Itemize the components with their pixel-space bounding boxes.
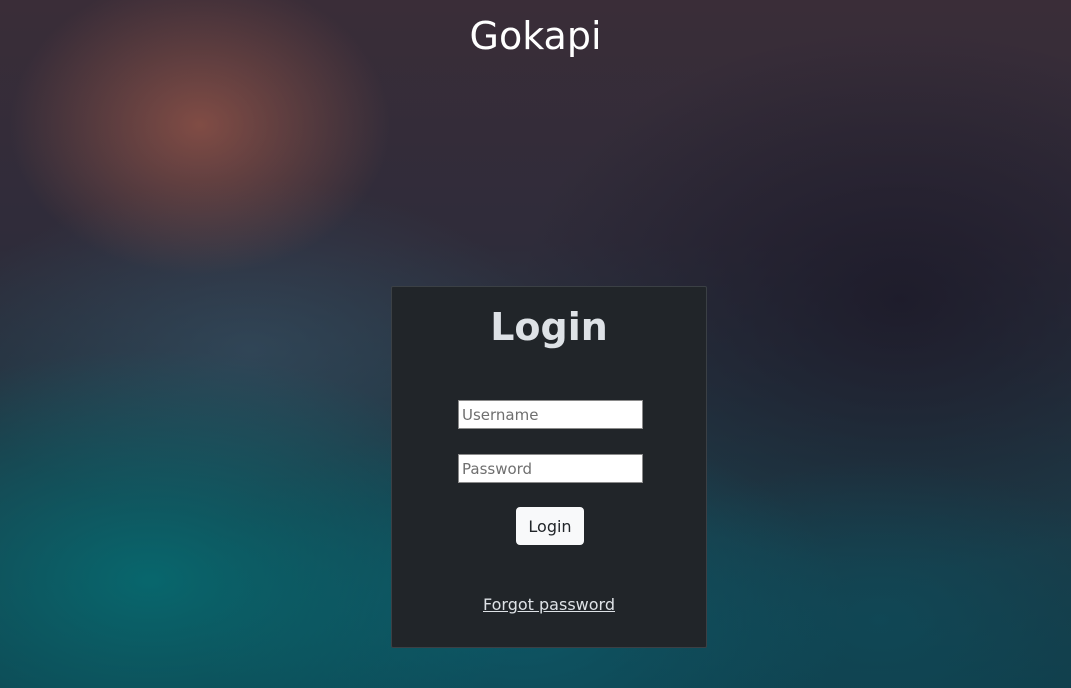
login-heading: Login xyxy=(490,305,608,349)
login-button[interactable]: Login xyxy=(516,507,584,545)
forgot-password-container: Forgot password xyxy=(392,595,706,615)
app-title: Gokapi xyxy=(469,14,602,58)
login-card: Login Login Forgot password xyxy=(391,286,707,648)
username-input[interactable] xyxy=(458,400,643,429)
forgot-password-link[interactable]: Forgot password xyxy=(483,595,615,614)
password-input[interactable] xyxy=(458,454,643,483)
